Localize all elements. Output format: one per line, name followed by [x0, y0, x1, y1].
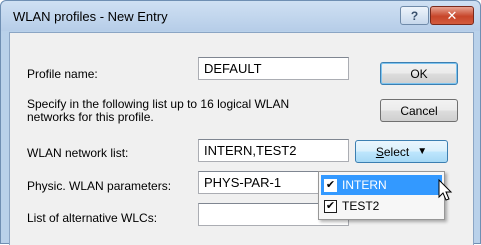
- select-label: elect: [383, 144, 410, 159]
- select-dropdown-button[interactable]: Select ▼: [355, 140, 448, 163]
- menu-item-label: INTERN: [342, 178, 387, 192]
- close-button[interactable]: ✕: [430, 6, 474, 25]
- window-title: WLAN profiles - New Entry: [13, 9, 168, 24]
- chevron-down-icon: ▼: [417, 146, 428, 157]
- menu-item-label: TEST2: [342, 199, 380, 213]
- select-accelerator: S: [375, 144, 384, 159]
- close-icon: ✕: [446, 7, 458, 23]
- profile-name-label: Profile name:: [27, 67, 98, 81]
- dialog-window: WLAN profiles - New Entry ? ✕ Profile na…: [0, 0, 481, 245]
- cancel-button[interactable]: Cancel: [380, 99, 458, 122]
- mouse-pointer-icon: [438, 179, 453, 201]
- physic-wlan-parameters-label: Physic. WLAN parameters:: [27, 179, 172, 193]
- ok-button[interactable]: OK: [380, 62, 458, 85]
- profile-name-input[interactable]: DEFAULT: [198, 57, 349, 80]
- alternative-wlcs-label: List of alternative WLCs:: [27, 211, 158, 225]
- title-bar[interactable]: WLAN profiles - New Entry ? ✕: [1, 1, 480, 31]
- description-line-1: Specify in the following list up to 16 l…: [27, 97, 290, 111]
- checkbox-checked-icon[interactable]: ✔: [324, 178, 337, 192]
- wlan-network-list-label: WLAN network list:: [27, 146, 129, 160]
- menu-item-test2[interactable]: ✔ TEST2: [321, 196, 442, 216]
- menu-item-intern[interactable]: ✔ INTERN: [321, 175, 442, 195]
- checkbox-checked-icon[interactable]: ✔: [324, 199, 337, 213]
- wlan-network-list-input[interactable]: INTERN,TEST2: [198, 139, 349, 162]
- help-button[interactable]: ?: [400, 6, 429, 25]
- description-line-2: networks for this profile.: [27, 110, 154, 124]
- select-dropdown-menu: ✔ INTERN ✔ TEST2: [318, 171, 445, 220]
- help-icon: ?: [410, 8, 419, 23]
